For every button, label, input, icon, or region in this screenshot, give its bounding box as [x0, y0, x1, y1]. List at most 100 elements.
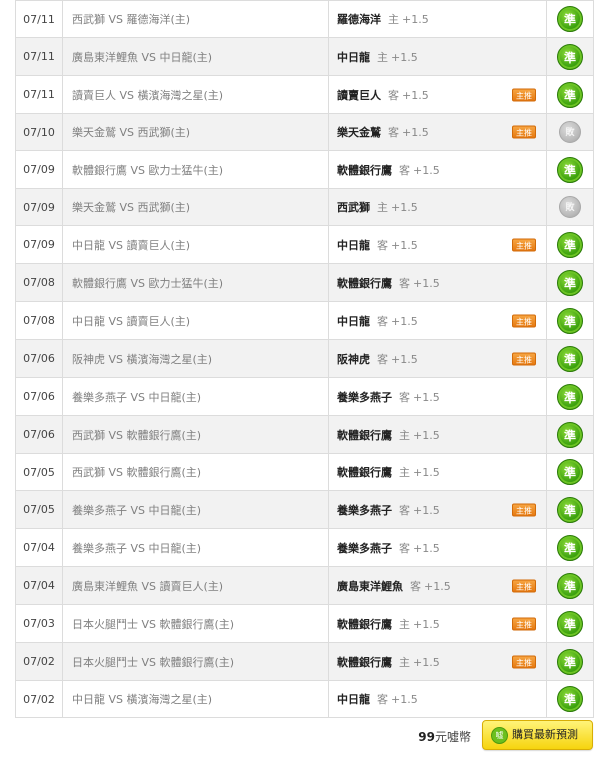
purchase-footer: 99元噓幣 噓 購買最新預測: [0, 720, 605, 754]
result-cell: 準: [546, 604, 594, 643]
result-cell: 敗: [546, 188, 594, 226]
main-pick-badge: 主推: [512, 579, 536, 592]
table-row: 07/02 中日龍 VS 橫濱海灣之星(主) 中日龍客 +1.5 準: [15, 680, 594, 718]
correct-result-icon[interactable]: 準: [557, 572, 583, 599]
game-date: 07/09: [15, 225, 63, 264]
main-pick-badge: 主推: [512, 655, 536, 668]
pick-cell: 養樂多燕子客 +1.5: [328, 377, 547, 416]
pick-line: +1.5: [413, 163, 440, 177]
table-row: 07/10 樂天金鷲 VS 西武獅(主) 樂天金鷲客 +1.5 主推 敗: [15, 113, 594, 151]
main-pick-badge: 主推: [512, 314, 536, 327]
result-cell: 準: [546, 415, 594, 454]
price-amount: 99: [418, 730, 435, 744]
matchup: 西武獅 VS 軟體銀行鷹(主): [62, 415, 329, 454]
table-row: 07/03 日本火腿鬥士 VS 軟體銀行鷹(主) 軟體銀行鷹主 +1.5 主推 準: [15, 604, 594, 643]
pick-side: 客: [399, 503, 410, 517]
pick-line: +1.5: [413, 390, 440, 404]
matchup: 西武獅 VS 羅德海洋(主): [62, 0, 329, 38]
price-label: 99元噓幣: [418, 728, 471, 745]
game-date: 07/11: [15, 37, 63, 76]
pick-cell: 中日龍客 +1.5 主推: [328, 301, 547, 340]
correct-result-icon[interactable]: 準: [557, 43, 583, 70]
correct-result-icon[interactable]: 準: [557, 496, 583, 523]
pick-line: +1.5: [391, 314, 418, 328]
pick-line: +1.5: [413, 655, 440, 669]
result-cell: 準: [546, 225, 594, 264]
matchup: 讀賣巨人 VS 橫濱海灣之星(主): [62, 75, 329, 114]
pick-side: 主: [399, 466, 410, 479]
pick-cell: 軟體銀行鷹客 +1.5: [328, 263, 547, 302]
table-row: 07/04 廣島東洋鯉魚 VS 讀賣巨人(主) 廣島東洋鯉魚客 +1.5 主推 準: [15, 566, 594, 605]
result-cell: 準: [546, 490, 594, 529]
correct-result-icon[interactable]: 準: [557, 81, 583, 108]
pick-side: 客: [377, 352, 388, 366]
correct-result-icon[interactable]: 準: [557, 610, 583, 637]
correct-result-icon[interactable]: 準: [557, 345, 583, 372]
game-date: 07/11: [15, 75, 63, 114]
correct-result-icon[interactable]: 準: [557, 156, 583, 183]
result-cell: 準: [546, 301, 594, 340]
correct-result-icon[interactable]: 準: [557, 383, 583, 410]
pick-cell: 中日龍客 +1.5 主推: [328, 225, 547, 264]
correct-result-icon[interactable]: 準: [557, 231, 583, 258]
table-row: 07/09 軟體銀行鷹 VS 歐力士猛牛(主) 軟體銀行鷹客 +1.5 準: [15, 150, 594, 189]
game-date: 07/10: [15, 113, 63, 151]
pick-team: 廣島東洋鯉魚: [337, 579, 403, 593]
price-unit: 元噓幣: [434, 730, 471, 744]
pick-cell: 樂天金鷲客 +1.5 主推: [328, 113, 547, 151]
correct-result-icon[interactable]: 準: [557, 307, 583, 334]
pick-cell: 養樂多燕子客 +1.5: [328, 528, 547, 567]
result-cell: 準: [546, 37, 594, 76]
pick-side: 客: [377, 693, 388, 706]
correct-result-icon[interactable]: 準: [557, 686, 583, 712]
coin-icon: 噓: [491, 727, 508, 744]
pick-line: +1.5: [413, 276, 440, 290]
pick-team: 羅德海洋: [337, 13, 381, 26]
correct-result-icon[interactable]: 準: [557, 269, 583, 296]
table-row: 07/04 養樂多燕子 VS 中日龍(主) 養樂多燕子客 +1.5 準: [15, 528, 594, 567]
main-pick-badge: 主推: [512, 503, 536, 516]
pick-line: +1.5: [413, 617, 440, 631]
table-row: 07/09 中日龍 VS 讀賣巨人(主) 中日龍客 +1.5 主推 準: [15, 225, 594, 264]
correct-result-icon[interactable]: 準: [557, 421, 583, 448]
matchup: 樂天金鷲 VS 西武獅(主): [62, 113, 329, 151]
pick-cell: 中日龍主 +1.5: [328, 37, 547, 76]
pick-cell: 軟體銀行鷹主 +1.5: [328, 415, 547, 454]
pick-side: 客: [377, 238, 388, 252]
pick-team: 軟體銀行鷹: [337, 617, 392, 631]
matchup: 軟體銀行鷹 VS 歐力士猛牛(主): [62, 150, 329, 189]
game-date: 07/06: [15, 415, 63, 454]
correct-result-icon[interactable]: 準: [557, 534, 583, 561]
pick-cell: 養樂多燕子客 +1.5 主推: [328, 490, 547, 529]
correct-result-icon[interactable]: 準: [557, 6, 583, 32]
pick-side: 主: [388, 13, 399, 26]
matchup: 西武獅 VS 軟體銀行鷹(主): [62, 453, 329, 491]
predictions-table: 07/11 西武獅 VS 羅德海洋(主) 羅德海洋主 +1.5 準 07/11 廣島東洋鯉魚…: [15, 0, 594, 718]
pick-team: 軟體銀行鷹: [337, 428, 392, 442]
matchup: 中日龍 VS 橫濱海灣之星(主): [62, 680, 329, 718]
result-cell: 準: [546, 0, 594, 38]
pick-team: 中日龍: [337, 238, 370, 252]
table-row: 07/08 中日龍 VS 讀賣巨人(主) 中日龍客 +1.5 主推 準: [15, 301, 594, 340]
pick-line: +1.5: [413, 428, 440, 442]
game-date: 07/04: [15, 528, 63, 567]
pick-team: 軟體銀行鷹: [337, 466, 392, 479]
pick-line: +1.5: [402, 88, 429, 102]
game-date: 07/08: [15, 301, 63, 340]
matchup: 中日龍 VS 讀賣巨人(主): [62, 225, 329, 264]
pick-side: 主: [399, 428, 410, 442]
pick-team: 讀賣巨人: [337, 88, 381, 102]
pick-team: 阪神虎: [337, 352, 370, 366]
game-date: 07/05: [15, 453, 63, 491]
buy-latest-prediction-button[interactable]: 噓 購買最新預測: [482, 720, 593, 750]
correct-result-icon[interactable]: 準: [557, 648, 583, 675]
result-cell: 準: [546, 453, 594, 491]
correct-result-icon[interactable]: 準: [557, 459, 583, 485]
main-pick-badge: 主推: [512, 617, 536, 630]
pick-cell: 中日龍客 +1.5: [328, 680, 547, 718]
table-row: 07/09 樂天金鷲 VS 西武獅(主) 西武獅主 +1.5 敗: [15, 188, 594, 226]
pick-line: +1.5: [413, 503, 440, 517]
matchup: 日本火腿鬥士 VS 軟體銀行鷹(主): [62, 642, 329, 681]
pick-line: +1.5: [424, 579, 451, 593]
game-date: 07/08: [15, 263, 63, 302]
